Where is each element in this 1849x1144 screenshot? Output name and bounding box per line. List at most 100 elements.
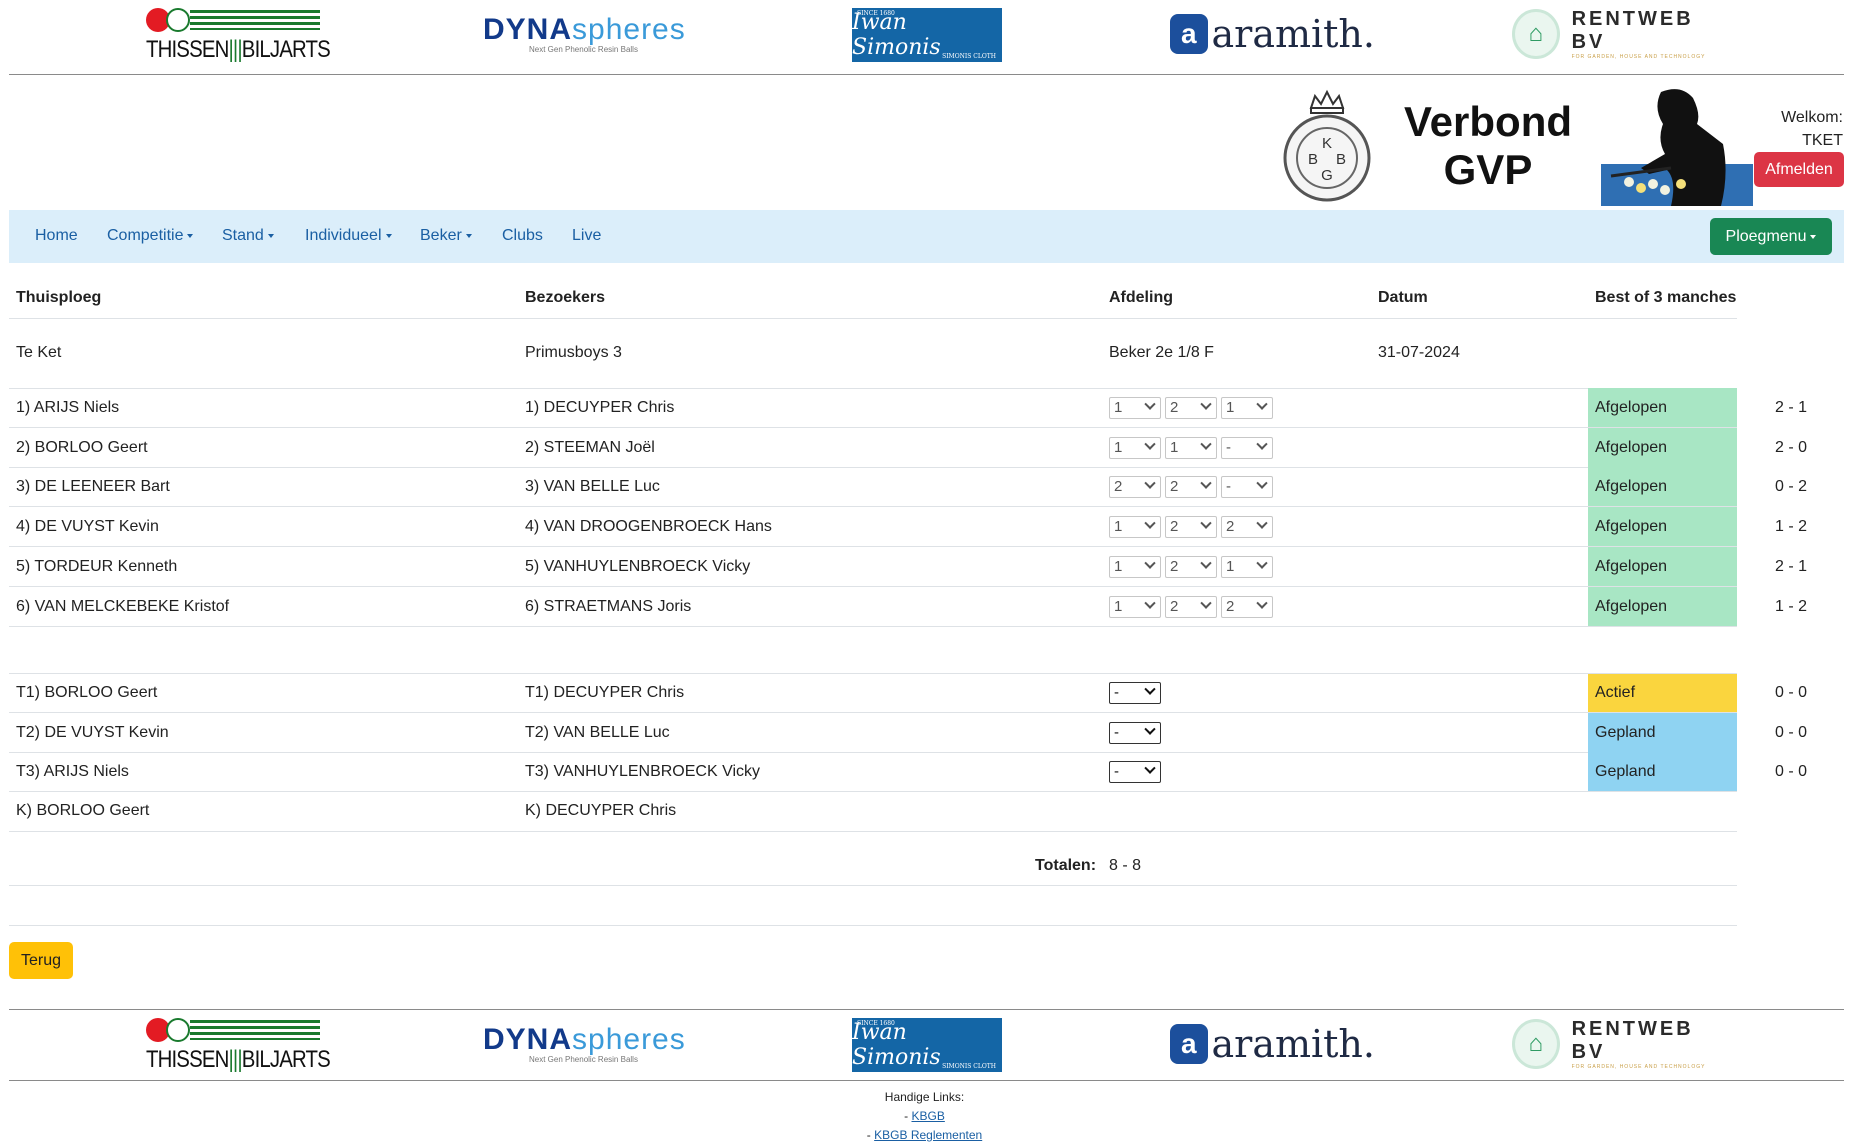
set-select-2[interactable]: 2 xyxy=(1165,595,1217,618)
chevron-down-icon xyxy=(1200,517,1212,529)
chevron-down-icon xyxy=(1144,438,1156,450)
nav-stand[interactable]: Stand xyxy=(222,227,274,245)
kbgb-link[interactable]: KBGB xyxy=(911,1109,944,1123)
house-icon: ⌂ xyxy=(1512,9,1560,59)
set-select-value: 1 xyxy=(1114,399,1123,416)
dynaspheres-logo[interactable]: DYNAspheres Next Gen Phenolic Resin Ball… xyxy=(483,1016,685,1072)
set-select-2[interactable]: 2 xyxy=(1165,555,1217,578)
set-select-3[interactable]: 1 xyxy=(1221,555,1273,578)
set-select-1[interactable]: 1 xyxy=(1109,555,1161,578)
header-thuisploeg: Thuisploeg xyxy=(16,289,102,306)
row-divider xyxy=(9,673,1737,674)
row-divider xyxy=(9,466,1737,468)
footer-title: Handige Links: xyxy=(884,1090,965,1104)
game-status-badge: Afgelopen xyxy=(1588,586,1737,626)
set-select-1[interactable]: 1 xyxy=(1109,397,1161,419)
thissen-biljarts-logo[interactable]: THISSEN|||BILJARTS xyxy=(146,6,331,63)
set-select-value: 1 xyxy=(1114,518,1123,536)
nav-individueel[interactable]: Individueel xyxy=(305,227,392,245)
set-select-value: 1 xyxy=(1114,557,1123,575)
set-select-1[interactable]: 1 xyxy=(1109,516,1161,539)
game-away-player: 2) STEEMAN Joël xyxy=(525,438,655,456)
set-select-3[interactable]: - xyxy=(1221,476,1273,499)
nav-competitie[interactable]: Competitie xyxy=(107,227,194,245)
set-select-2[interactable]: 1 xyxy=(1165,436,1217,459)
game-score: 1 - 2 xyxy=(1775,518,1808,536)
set-select-1[interactable]: 1 xyxy=(1109,595,1161,618)
set-select-2[interactable]: 2 xyxy=(1165,397,1217,419)
dyna-text: DYNA xyxy=(483,12,573,46)
username: TKET xyxy=(1802,132,1843,149)
simonis-cloth: SIMONIS CLOTH xyxy=(942,53,996,60)
nav-clubs[interactable]: Clubs xyxy=(502,227,543,245)
set-select-value: 1 xyxy=(1170,438,1179,456)
chevron-down-icon xyxy=(1144,517,1156,529)
captain-home: K) BORLOO Geert xyxy=(16,802,150,819)
set-select-1[interactable]: 1 xyxy=(1109,436,1161,459)
aramith-logo[interactable]: a aramith. xyxy=(1170,1016,1375,1072)
set-select-value: 2 xyxy=(1170,478,1179,496)
dynaspheres-logo[interactable]: DYNAspheres Next Gen Phenolic Resin Ball… xyxy=(483,6,685,62)
set-select-value: 2 xyxy=(1226,597,1235,615)
chevron-down-icon xyxy=(1256,517,1268,529)
thissen-biljarts-logo[interactable]: THISSEN|||BILJARTS xyxy=(146,1016,331,1073)
set-select-value: 2 xyxy=(1226,518,1235,536)
game-home-player: 4) DE VUYST Kevin xyxy=(16,518,159,536)
game-away-player: 3) VAN BELLE Luc xyxy=(525,478,660,496)
simonis-logo[interactable]: SINCE 1680 Iwan Simonis SIMONIS CLOTH xyxy=(852,8,1002,62)
tiebreak-status-badge: Gepland xyxy=(1588,752,1737,792)
set-select-1[interactable]: 2 xyxy=(1109,476,1161,499)
game-away-player: 6) STRAETMANS Joris xyxy=(525,597,692,615)
header-datum: Datum xyxy=(1378,289,1428,306)
game-score: 0 - 2 xyxy=(1775,478,1808,496)
game-status-badge: Afgelopen xyxy=(1588,427,1737,467)
dyna-text: DYNA xyxy=(483,1022,573,1056)
nav-live[interactable]: Live xyxy=(572,227,601,245)
game-score: 2 - 1 xyxy=(1775,557,1808,575)
nav-home[interactable]: Home xyxy=(35,227,78,245)
green-stripes-icon xyxy=(190,10,320,30)
chevron-down-icon xyxy=(1256,597,1268,609)
set-select-2[interactable]: 2 xyxy=(1165,476,1217,499)
back-button[interactable]: Terug xyxy=(9,942,73,979)
game-home-player: 6) VAN MELCKEBEKE Kristof xyxy=(16,597,230,615)
set-select-value: 1 xyxy=(1114,597,1123,615)
set-select-3[interactable]: 1 xyxy=(1221,397,1273,419)
rentweb-logo[interactable]: ⌂ RENTWEB BV FOR GARDEN, HOUSE AND TECHN… xyxy=(1512,6,1727,62)
rentweb-logo[interactable]: ⌂ RENTWEB BV FOR GARDEN, HOUSE AND TECHN… xyxy=(1512,1016,1727,1072)
set-select-value: 2 xyxy=(1170,399,1179,416)
totals-label: Totalen: xyxy=(1035,857,1097,874)
set-select-2[interactable]: 2 xyxy=(1165,516,1217,539)
match-date: 31-07-2024 xyxy=(1378,344,1460,361)
kbgb-reglementen-link[interactable]: KBGB Reglementen xyxy=(874,1128,982,1142)
divider-top xyxy=(9,74,1844,75)
simonis-logo[interactable]: SINCE 1680 Iwan Simonis SIMONIS CLOTH xyxy=(852,1018,1002,1072)
row-divider xyxy=(9,791,1737,793)
chevron-down-icon xyxy=(1256,398,1268,410)
rentweb-tagline: FOR GARDEN, HOUSE AND TECHNOLOGY xyxy=(1571,54,1706,60)
aramith-logo[interactable]: a aramith. xyxy=(1170,6,1375,62)
tiebreak-score: 0 - 0 xyxy=(1775,684,1808,701)
set-select-value: 2 xyxy=(1170,518,1179,536)
tiebreak-status-badge: Gepland xyxy=(1588,712,1737,752)
nav-beker[interactable]: Beker xyxy=(420,227,472,245)
row-divider xyxy=(9,427,1737,428)
game-home-player: 2) BORLOO Geert xyxy=(16,438,148,456)
totals-value: 8 - 8 xyxy=(1109,857,1142,874)
set-select-3[interactable]: 2 xyxy=(1221,516,1273,539)
tiebreak-set-select[interactable]: - xyxy=(1109,761,1161,784)
tiebreak-set-select[interactable]: - xyxy=(1109,721,1161,744)
ploegmenu-button[interactable]: Ploegmenu xyxy=(1710,218,1832,255)
logout-button[interactable]: Afmelden xyxy=(1754,152,1844,187)
set-select-3[interactable]: 2 xyxy=(1221,595,1273,618)
game-score: 2 - 0 xyxy=(1775,438,1808,456)
thissen-text: THISSEN xyxy=(146,1046,229,1073)
tiebreak-set-select[interactable]: - xyxy=(1109,682,1161,704)
set-select-3[interactable]: - xyxy=(1221,436,1273,459)
kbgb-seal-logo: K B B G xyxy=(1283,89,1371,202)
row-divider xyxy=(9,318,1737,319)
seal-letter-g: G xyxy=(1321,167,1333,184)
chevron-down-icon xyxy=(1200,477,1212,490)
seal-letter-b1: B xyxy=(1308,151,1318,168)
tiebreak-score: 0 - 0 xyxy=(1775,723,1808,741)
